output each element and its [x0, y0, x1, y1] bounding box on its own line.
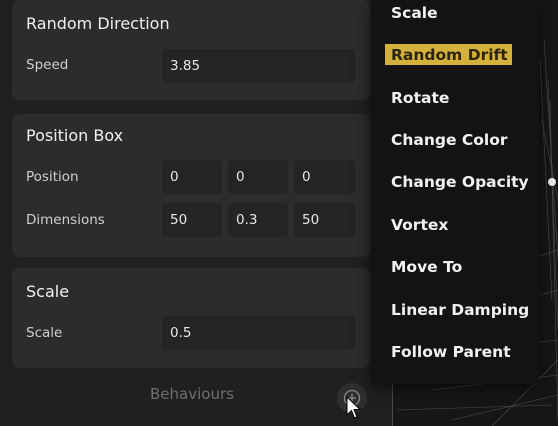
- position-y-input[interactable]: 0: [228, 160, 288, 194]
- menu-item-vortex[interactable]: Vortex: [391, 216, 448, 234]
- inspector-panel: Random Direction Speed 3.85 Position Box…: [0, 0, 392, 426]
- card-title: Scale: [26, 282, 70, 301]
- position-box-card: Position Box Position 0 0 0 Dimensions 5…: [12, 114, 370, 257]
- menu-item-follow-parent[interactable]: Follow Parent: [391, 343, 511, 361]
- mouse-cursor-icon: [346, 396, 362, 419]
- dimensions-x-input[interactable]: 50: [162, 203, 222, 237]
- speed-label: Speed: [26, 57, 69, 73]
- dimensions-label: Dimensions: [26, 212, 105, 228]
- menu-item-random-drift[interactable]: Random Drift: [391, 46, 508, 64]
- behaviour-dropdown-menu: Scale Random Drift Rotate Change Color C…: [371, 0, 539, 384]
- menu-item-change-color[interactable]: Change Color: [391, 131, 508, 149]
- dimensions-y-input[interactable]: 0.3: [228, 203, 288, 237]
- menu-item-scale[interactable]: Scale: [391, 4, 438, 22]
- scale-input[interactable]: 0.5: [162, 316, 355, 350]
- behaviours-label: Behaviours: [150, 385, 234, 403]
- card-title: Position Box: [26, 126, 124, 145]
- random-direction-card: Random Direction Speed 3.85: [12, 0, 370, 100]
- scale-card: Scale Scale 0.5: [12, 268, 370, 368]
- menu-item-linear-damping[interactable]: Linear Damping: [391, 301, 529, 319]
- menu-item-move-to[interactable]: Move To: [391, 258, 462, 276]
- position-z-input[interactable]: 0: [294, 160, 355, 194]
- card-title: Random Direction: [26, 14, 170, 33]
- position-label: Position: [26, 169, 79, 185]
- menu-item-change-opacity[interactable]: Change Opacity: [391, 173, 529, 191]
- position-x-input[interactable]: 0: [162, 160, 222, 194]
- scale-label: Scale: [26, 325, 63, 341]
- dimensions-z-input[interactable]: 50: [294, 203, 355, 237]
- speed-input[interactable]: 3.85: [162, 49, 355, 83]
- menu-item-rotate[interactable]: Rotate: [391, 89, 449, 107]
